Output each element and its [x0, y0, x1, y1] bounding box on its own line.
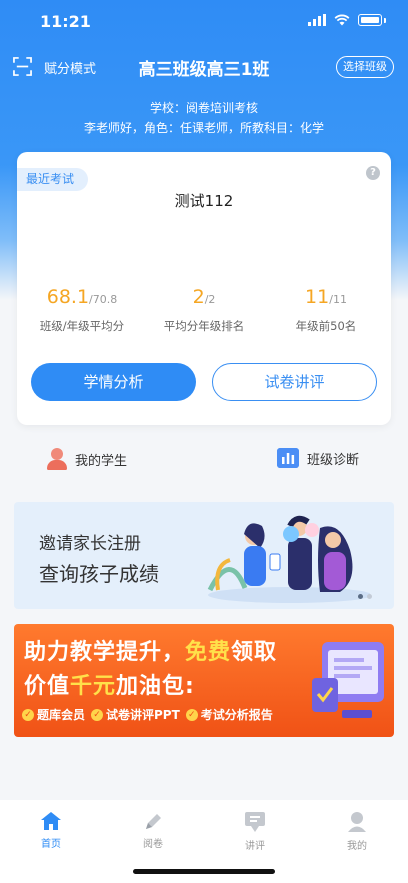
parents-illustration	[207, 515, 370, 603]
battery-tip	[384, 17, 386, 23]
profile-icon	[348, 812, 366, 832]
promo-banner[interactable]: 助力教学提升，免费领取 价值千元加油包: ✓ 题库会员 ✓ 试卷讲评PPT ✓ 考试分…	[14, 624, 394, 737]
invite-parents-banner[interactable]: 邀请家长注册 查询孩子成绩	[14, 502, 394, 609]
stat-number: 68.1	[46, 286, 90, 308]
paper-review-button[interactable]: 试卷讲评	[212, 363, 377, 401]
learning-analysis-button[interactable]: 学情分析	[31, 363, 196, 401]
my-students-label: 我的学生	[75, 453, 128, 469]
status-bar: 11:21	[0, 0, 408, 44]
promo-highlight: 免费	[185, 640, 232, 665]
recent-exam-card: 最近考试 ? 测试112 68.1/70.8 班级/年级平均分 2/2 平均分年…	[17, 152, 391, 425]
signal-icon	[308, 14, 326, 26]
scan-icon[interactable]	[13, 57, 32, 76]
stat-total: /70.8	[89, 293, 118, 306]
promo-badge-label: 试卷讲评PPT	[106, 708, 180, 722]
promo-badge-label: 题库会员	[37, 708, 86, 722]
promo-text: 助力教学提升，	[24, 640, 186, 665]
promo-subtitle: 价值千元加油包:	[24, 668, 195, 700]
recent-exam-tag: 最近考试	[17, 168, 89, 191]
pencil-icon	[146, 814, 161, 829]
help-icon[interactable]: ?	[366, 166, 380, 180]
invite-subtitle: 查询孩子成绩	[39, 562, 159, 586]
stat-total: /11	[329, 293, 347, 306]
promo-badge-label: 考试分析报告	[200, 708, 273, 722]
promo-badge: ✓ 考试分析报告	[185, 706, 273, 723]
battery-icon	[358, 14, 382, 26]
stat-label: 班级/年级平均分	[39, 319, 125, 333]
stat-average-rank: 2/2 平均分年级排名	[142, 286, 266, 334]
check-icon: ✓	[91, 708, 104, 721]
class-diagnosis-link[interactable]: 班级诊断	[277, 448, 359, 468]
school-info: 学校：阅卷培训考核	[149, 101, 258, 115]
tab-grading[interactable]: 阅卷	[123, 811, 183, 850]
tab-profile[interactable]: 我的	[327, 811, 387, 852]
tab-label: 我的	[347, 841, 367, 852]
tab-home[interactable]: 首页	[21, 811, 81, 850]
stat-value: 2/2	[142, 286, 266, 308]
tab-review[interactable]: 讲评	[225, 811, 285, 852]
invite-title: 邀请家长注册	[39, 534, 141, 554]
report-illustration	[312, 642, 384, 718]
stat-value: 68.1/70.8	[20, 286, 144, 308]
wifi-icon	[334, 14, 350, 26]
stat-total: /2	[204, 293, 216, 306]
class-diagnosis-label: 班级诊断	[307, 452, 360, 468]
promo-highlight: 千元	[70, 674, 117, 699]
check-icon: ✓	[185, 708, 198, 721]
promo-text: 价值	[24, 674, 71, 699]
promo-title: 助力教学提升，免费领取	[24, 634, 277, 666]
promo-badge: ✓ 试卷讲评PPT	[91, 706, 180, 723]
tab-label: 首页	[41, 839, 61, 850]
exam-name: 测试112	[174, 192, 234, 210]
carousel-dot[interactable]	[358, 594, 363, 599]
stat-number: 11	[305, 286, 330, 308]
select-class-button[interactable]: 选择班级	[336, 56, 394, 78]
stat-top-fifty: 11/11 年级前50名	[264, 286, 388, 334]
top-nav: 赋分模式 高三班级高三1班 选择班级	[0, 52, 408, 82]
status-time: 11:21	[40, 12, 91, 31]
my-students-link[interactable]: 我的学生	[47, 448, 127, 470]
status-icons	[308, 14, 386, 26]
home-indicator	[133, 869, 275, 874]
tab-label: 阅卷	[143, 839, 163, 850]
promo-text: 领取	[231, 640, 278, 665]
tab-label: 讲评	[245, 841, 265, 852]
stat-label: 年级前50名	[295, 319, 357, 333]
home-icon	[41, 812, 61, 830]
stat-number: 2	[192, 286, 205, 308]
scoring-mode-label[interactable]: 赋分模式	[44, 58, 96, 77]
stat-label: 平均分年级排名	[163, 319, 245, 333]
stat-class-average: 68.1/70.8 班级/年级平均分	[20, 286, 144, 334]
stat-value: 11/11	[264, 286, 388, 308]
promo-text: 加油包:	[116, 674, 195, 699]
carousel-dot[interactable]	[367, 594, 372, 599]
student-icon	[47, 448, 67, 470]
promo-badge: ✓ 题库会员	[22, 706, 85, 723]
carousel-dots[interactable]	[358, 594, 372, 599]
promo-badges: ✓ 题库会员 ✓ 试卷讲评PPT ✓ 考试分析报告	[22, 706, 273, 723]
check-icon: ✓	[22, 708, 34, 721]
lecture-icon	[245, 812, 265, 832]
teacher-info: 李老师好，角色：任课老师，所教科目：化学	[83, 121, 324, 135]
bar-chart-icon	[277, 448, 299, 468]
